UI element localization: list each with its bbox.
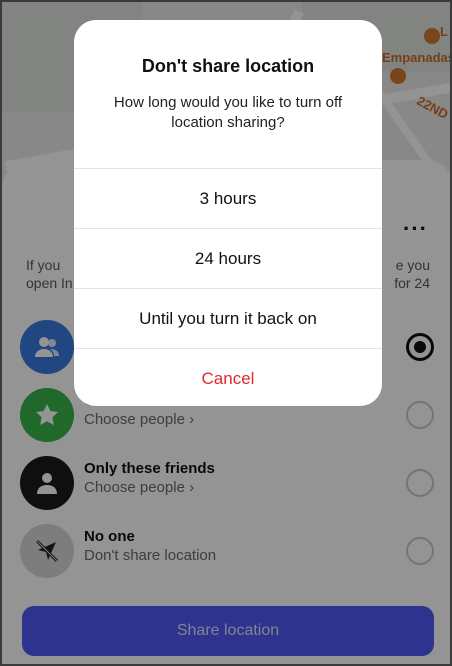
option-until-turned-on[interactable]: Until you turn it back on	[74, 288, 382, 348]
dont-share-location-dialog: Don't share location How long would you …	[74, 20, 382, 406]
dialog-message: How long would you like to turn off loca…	[113, 94, 343, 131]
option-3-hours[interactable]: 3 hours	[74, 168, 382, 228]
dialog-title: Don't share location	[141, 56, 315, 76]
option-24-hours[interactable]: 24 hours	[74, 228, 382, 288]
cancel-button[interactable]: Cancel	[74, 348, 382, 406]
dialog-header: Don't share location How long would you …	[74, 20, 382, 168]
screen: L Empanadas 22ND ··· If you open In e yo…	[0, 0, 452, 666]
